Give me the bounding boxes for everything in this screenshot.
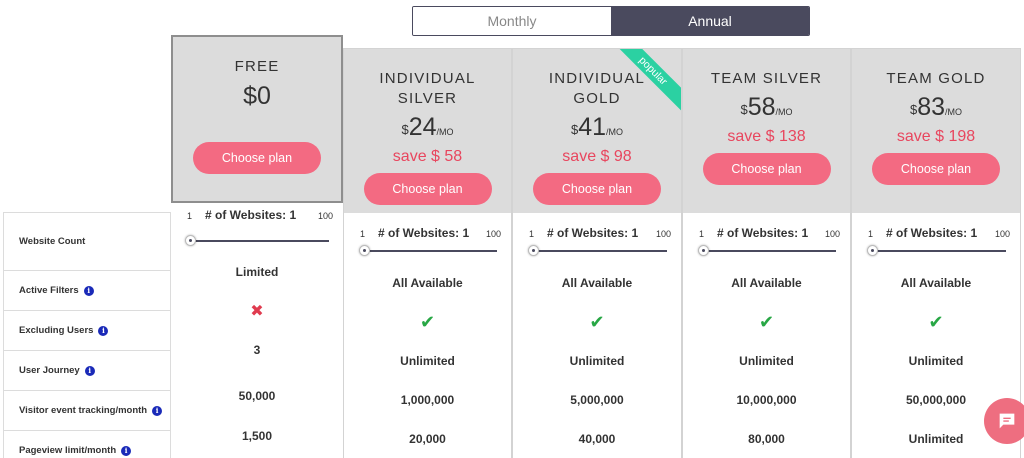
plan-team-silver: TEAM SILVER $58/MO save $ 138 Choose pla… — [682, 48, 851, 458]
plan-header: TEAM SILVER $58/MO save $ 138 Choose pla… — [683, 49, 850, 213]
check-icon: ✔ — [419, 312, 436, 332]
active-filters-value: All Available — [900, 276, 972, 290]
excluding-users-value: ✔ — [852, 303, 1020, 342]
save-amount: save $ 138 — [727, 128, 806, 145]
user-journey-value: Unlimited — [739, 354, 794, 368]
plan-header: INDIVIDUAL SILVER $24/MO save $ 58 Choos… — [344, 49, 511, 213]
pageview-limit-value: 80,000 — [748, 432, 785, 446]
billing-toggle: Monthly Annual — [412, 6, 810, 36]
row-label-website-count: Website Count — [4, 213, 170, 271]
annual-option[interactable]: Annual — [611, 7, 809, 35]
chat-icon — [999, 413, 1015, 429]
info-icon[interactable]: i — [121, 445, 132, 456]
save-amount: save $ 58 — [392, 148, 463, 165]
choose-plan-button[interactable]: Choose plan — [872, 153, 1000, 185]
feature-labels-column: Website Count Active Filters i Excluding … — [3, 212, 171, 458]
slider-track[interactable] — [364, 250, 497, 252]
check-icon: ✔ — [928, 312, 944, 332]
check-icon: ✔ — [589, 312, 605, 332]
visitor-tracking-value: 1,000,000 — [400, 393, 455, 407]
user-journey-value: Unlimited — [569, 354, 625, 368]
plan-price: $83/MO — [909, 93, 963, 121]
info-icon[interactable]: i — [83, 285, 94, 296]
excluding-users-value: ✖ — [171, 292, 343, 331]
slider-thumb[interactable] — [867, 245, 878, 256]
plan-header: FREE $0 Choose plan — [171, 35, 343, 203]
row-label-user-journey: User Journey i — [4, 351, 170, 391]
slider-thumb[interactable] — [359, 245, 370, 256]
choose-plan-button[interactable]: Choose plan — [193, 142, 321, 174]
plan-individual-silver: INDIVIDUAL SILVER $24/MO save $ 58 Choos… — [343, 48, 512, 458]
pageview-limit-value: 1,500 — [241, 429, 273, 443]
active-filters-value: All Available — [392, 276, 463, 290]
visitor-tracking-value: 5,000,000 — [570, 393, 624, 407]
user-journey-value: 3 — [253, 343, 261, 357]
monthly-option[interactable]: Monthly — [413, 7, 611, 35]
plan-team-gold: TEAM GOLD $83/MO save $ 198 Choose plan … — [851, 48, 1021, 458]
website-count-slider[interactable]: 1 # of Websites: 1 100 — [852, 213, 1020, 261]
plan-name-line2: SILVER — [397, 90, 458, 107]
plan-price: $24/MO — [401, 113, 454, 141]
slider-thumb[interactable] — [185, 235, 196, 246]
choose-plan-button[interactable]: Choose plan — [702, 153, 831, 185]
plan-price: $58/MO — [740, 93, 793, 121]
plan-free: FREE $0 Choose plan 1 # of Websites: 1 1… — [171, 35, 343, 458]
user-journey-value: Unlimited — [908, 354, 964, 368]
plan-name-line1: INDIVIDUAL — [379, 70, 476, 87]
excluding-users-value: ✔ — [513, 303, 681, 342]
excluding-users-value: ✔ — [344, 303, 511, 342]
info-icon[interactable]: i — [84, 365, 95, 376]
cross-icon: ✖ — [250, 303, 264, 320]
website-count-slider[interactable]: 1 # of Websites: 1 100 — [344, 213, 511, 261]
plan-price: $41/MO — [570, 113, 624, 141]
website-count-slider[interactable]: 1 # of Websites: 1 100 — [683, 213, 850, 261]
plan-price: $0 — [243, 82, 271, 110]
active-filters-value: All Available — [561, 276, 633, 290]
plan-header: popular INDIVIDUAL GOLD $41/MO save $ 98… — [513, 49, 681, 213]
pageview-limit-value: 20,000 — [409, 432, 446, 446]
slider-track[interactable] — [533, 250, 667, 252]
plan-header: TEAM GOLD $83/MO save $ 198 Choose plan — [852, 49, 1020, 213]
visitor-tracking-value: 50,000 — [238, 389, 276, 403]
row-label-active-filters: Active Filters i — [4, 271, 170, 311]
visitor-tracking-value: 10,000,000 — [736, 393, 797, 407]
website-count-slider[interactable]: 1 # of Websites: 1 100 — [513, 213, 681, 261]
slider-track[interactable] — [872, 250, 1006, 252]
slider-track[interactable] — [191, 240, 329, 242]
plan-individual-gold: popular INDIVIDUAL GOLD $41/MO save $ 98… — [512, 48, 682, 458]
info-icon[interactable]: i — [98, 325, 109, 336]
save-amount: save $ 198 — [896, 128, 976, 145]
row-label-excluding-users: Excluding Users i — [4, 311, 170, 351]
slider-track[interactable] — [703, 250, 836, 252]
plan-name: TEAM GOLD — [886, 70, 986, 87]
info-icon[interactable]: i — [152, 405, 163, 416]
user-journey-value: Unlimited — [400, 354, 455, 368]
plan-name: TEAM SILVER — [710, 70, 823, 87]
website-count-slider[interactable]: 1 # of Websites: 1 100 — [171, 203, 343, 263]
save-amount: save $ 98 — [562, 148, 632, 165]
chat-button[interactable] — [984, 398, 1024, 444]
pageview-limit-value: 40,000 — [578, 432, 616, 446]
row-label-visitor-tracking: Visitor event tracking/month i — [4, 391, 170, 431]
slider-thumb[interactable] — [698, 245, 709, 256]
slider-thumb[interactable] — [528, 245, 539, 256]
plan-name-line2: GOLD — [573, 90, 621, 107]
choose-plan-button[interactable]: Choose plan — [533, 173, 661, 205]
choose-plan-button[interactable]: Choose plan — [363, 173, 492, 205]
check-icon: ✔ — [758, 312, 775, 332]
active-filters-value: All Available — [731, 276, 802, 290]
excluding-users-value: ✔ — [683, 303, 850, 342]
plan-name: FREE — [234, 58, 280, 75]
row-label-pageview-limit: Pageview limit/month i — [4, 431, 170, 458]
